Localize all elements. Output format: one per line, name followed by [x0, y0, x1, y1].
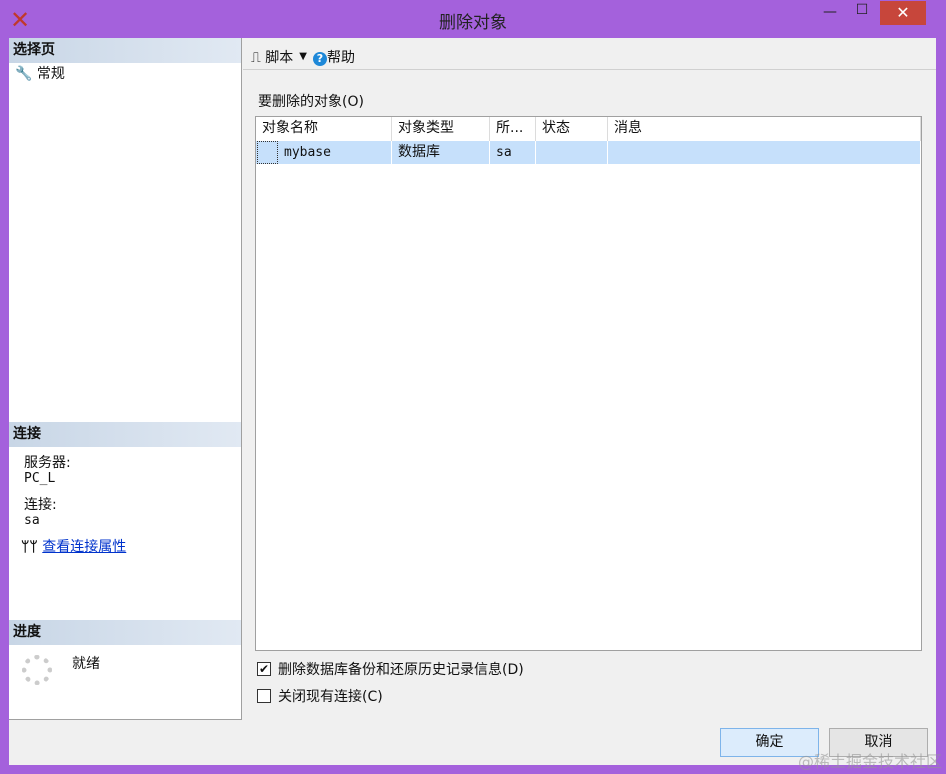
checkbox-checked-icon: ✔ — [257, 662, 271, 676]
connection-header: 连接 — [9, 422, 241, 447]
table-row[interactable]: mybase 数据库 sa — [256, 141, 921, 164]
connection-value: sa — [24, 513, 40, 528]
progress-header: 进度 — [9, 620, 241, 645]
close-connections-checkbox[interactable]: 关闭现有连接(C) — [257, 686, 383, 706]
objects-table: 对象名称 对象类型 所... 状态 消息 mybase 数据库 sa — [255, 116, 922, 651]
script-icon: ⎍ — [251, 49, 261, 66]
right-panel: ⎍ 脚本 ▼ ? 帮助 要删除的对象(O) 对象名称 对象类型 所... 状态 消… — [243, 38, 936, 765]
cell-message — [608, 141, 921, 164]
server-value: PC_L — [24, 471, 56, 486]
col-status[interactable]: 状态 — [536, 117, 608, 141]
left-panel: 选择页 🔧 常规 连接 服务器: PC_L 连接: sa ᛘᛘ 查看连接属性 进… — [9, 38, 242, 720]
view-connection-properties-link[interactable]: 查看连接属性 — [42, 539, 126, 555]
cell-name: mybase — [284, 145, 331, 160]
script-dropdown-icon[interactable]: ▼ — [299, 51, 307, 62]
cell-status — [536, 141, 608, 164]
connection-label: 连接: — [24, 497, 57, 513]
progress-status: 就绪 — [72, 656, 100, 672]
select-page-header: 选择页 — [9, 38, 241, 63]
help-button[interactable]: ? 帮助 — [312, 47, 355, 67]
col-type[interactable]: 对象类型 — [392, 117, 490, 141]
window-title: 删除对象 — [439, 13, 507, 33]
table-header: 对象名称 对象类型 所... 状态 消息 — [256, 117, 921, 141]
close-button[interactable]: ✕ — [880, 1, 926, 25]
watermark: @稀土掘金技术社区 — [797, 752, 942, 771]
col-name[interactable]: 对象名称 — [256, 117, 392, 141]
col-message[interactable]: 消息 — [608, 117, 921, 141]
help-icon: ? — [312, 51, 327, 66]
plug-icon: ᛘᛘ — [21, 539, 38, 555]
col-owner[interactable]: 所... — [490, 117, 536, 141]
title-bar: ✕ 删除对象 — ☐ ✕ — [0, 0, 946, 38]
spinner-icon — [22, 655, 52, 685]
dialog-client: 选择页 🔧 常规 连接 服务器: PC_L 连接: sa ᛘᛘ 查看连接属性 进… — [9, 38, 936, 765]
minimize-button[interactable]: — — [818, 4, 842, 30]
script-button[interactable]: ⎍ 脚本 — [251, 47, 293, 67]
delete-history-checkbox[interactable]: ✔ 删除数据库备份和还原历史记录信息(D) — [257, 659, 524, 679]
objects-label: 要删除的对象(O) — [258, 94, 364, 110]
toolbar: ⎍ 脚本 ▼ ? 帮助 — [243, 38, 936, 70]
maximize-button[interactable]: ☐ — [850, 2, 874, 28]
server-label: 服务器: — [24, 455, 71, 471]
cell-owner: sa — [490, 141, 536, 164]
cell-type: 数据库 — [392, 141, 490, 164]
page-item-general[interactable]: 🔧 常规 — [9, 63, 241, 85]
wrench-icon: 🔧 — [15, 66, 33, 82]
checkbox-unchecked-icon — [257, 689, 271, 703]
